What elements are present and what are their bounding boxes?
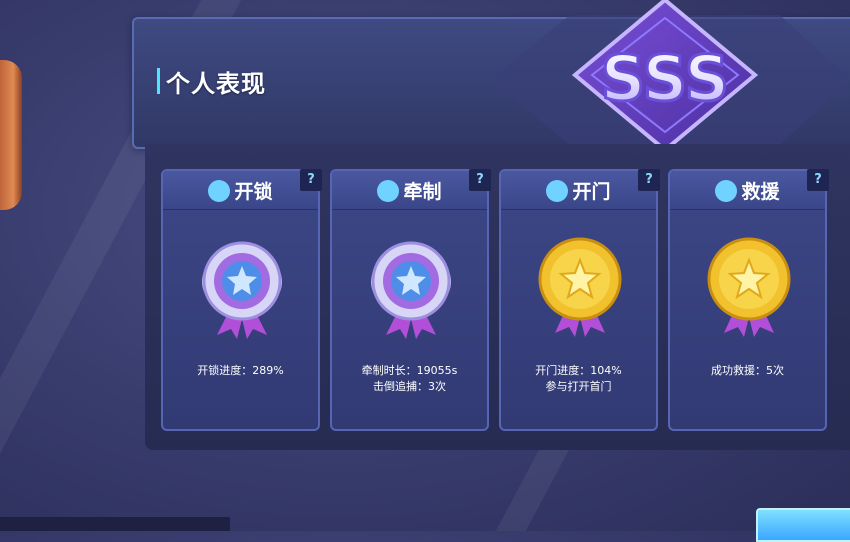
stat-line: 击倒追捕：3次 xyxy=(373,380,446,393)
gold-star-medal xyxy=(707,237,791,337)
card-header: 开锁 ? xyxy=(163,169,322,210)
help-button[interactable]: ? xyxy=(638,169,660,191)
help-button[interactable]: ? xyxy=(300,169,322,191)
stat-card-unlock: 开锁 ? 开锁进度：289% xyxy=(161,169,322,431)
stat-card-rescue: 救援 ? 成功救援：5次 xyxy=(668,169,829,431)
card-header: 牵制 ? xyxy=(332,169,491,210)
help-button[interactable]: ? xyxy=(807,169,829,191)
silver-star-medal xyxy=(370,241,452,339)
rank-badge: SSS xyxy=(490,0,850,145)
rank-text: SSS xyxy=(601,42,729,115)
silver-star-medal xyxy=(201,241,283,339)
key-icon xyxy=(208,180,231,202)
stat-line: 成功救援：5次 xyxy=(711,364,784,377)
stat-line: 参与打开首门 xyxy=(545,380,612,393)
continue-button[interactable] xyxy=(756,508,850,542)
person-icon xyxy=(377,180,400,202)
title-accent xyxy=(157,68,160,94)
page-title: 个人表现 xyxy=(166,70,266,98)
character-arm xyxy=(0,60,22,210)
card-title: 救援 xyxy=(741,181,780,203)
card-header: 开门 ? xyxy=(501,169,660,210)
bottom-bar xyxy=(0,517,230,531)
card-title: 开锁 xyxy=(234,181,273,203)
stat-card-open-door: 开门 ? 开门进度：104% 参与打开首门 xyxy=(499,169,660,431)
stat-line: 开门进度：104% xyxy=(535,364,622,377)
gold-star-medal xyxy=(538,237,622,337)
card-title: 牵制 xyxy=(403,181,442,203)
stat-line: 牵制时长：19055s xyxy=(361,364,458,377)
rescue-icon xyxy=(715,180,738,202)
card-title: 开门 xyxy=(572,181,611,203)
door-icon xyxy=(546,180,569,202)
card-header: 救援 ? xyxy=(670,169,829,210)
stat-card-restrain: 牵制 ? 牵制时长：19055s 击倒追捕：3次 xyxy=(330,169,491,431)
bg-stripe xyxy=(495,440,575,531)
stat-line: 开锁进度：289% xyxy=(197,364,284,377)
help-button[interactable]: ? xyxy=(469,169,491,191)
